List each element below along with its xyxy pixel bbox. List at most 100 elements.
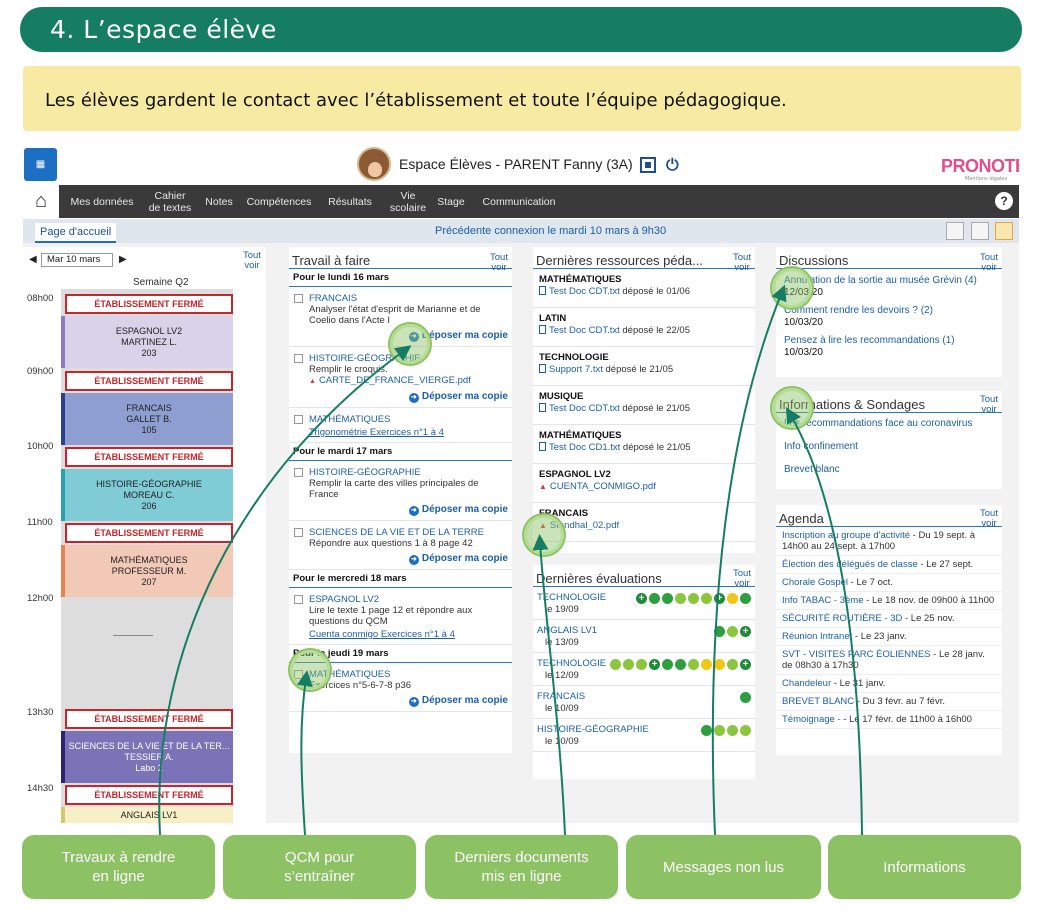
- task-checkbox[interactable]: [294, 528, 303, 537]
- evaluation-date: le 10/09: [545, 703, 579, 714]
- nav-item[interactable]: Cahier de textes: [140, 185, 200, 218]
- app-logo-icon[interactable]: ▦: [24, 148, 57, 181]
- text-file-icon: [539, 442, 546, 451]
- next-day-icon[interactable]: ▶: [119, 254, 127, 265]
- calendar-event[interactable]: ESPAGNOL LV2 MARTINEZ L. 203: [61, 316, 233, 368]
- agenda-date: - Le 31 janv.: [831, 678, 886, 689]
- task-subject[interactable]: HISTOIRE-GÉOGRAPHIE: [309, 467, 508, 478]
- information-item[interactable]: Brevet blanc: [776, 459, 1002, 482]
- task-checkbox[interactable]: [294, 595, 303, 604]
- task-checkbox[interactable]: [294, 468, 303, 477]
- evaluation-row[interactable]: HISTOIRE-GÉOGRAPHIE le 10/09: [533, 719, 755, 752]
- task-exercise-link[interactable]: Cuenta conmigo Exercices n°1 à 4: [309, 629, 508, 640]
- calendar-event[interactable]: ANGLAIS LV1: [61, 807, 233, 823]
- discussion-item[interactable]: Pensez à lire les recommandations (1) 10/…: [776, 332, 1002, 362]
- save-icon[interactable]: [946, 222, 964, 240]
- help-icon[interactable]: ?: [995, 192, 1013, 210]
- qr-code-icon[interactable]: [640, 157, 656, 173]
- agenda-item[interactable]: Inscription au groupe d'activité - Du 19…: [776, 527, 1002, 556]
- travail-tout-voir-link[interactable]: Tout voir: [488, 253, 510, 273]
- resource-file-link[interactable]: CUENTA_CONMIGO.pdf: [550, 481, 656, 492]
- ressources-tout-voir-link[interactable]: Tout voir: [731, 253, 753, 273]
- calendar-event[interactable]: MATHÉMATIQUES PROFESSEUR M. 207: [61, 545, 233, 597]
- agenda-item[interactable]: Témoignage - - Le 17 févr. de 11h00 à 16…: [776, 711, 1002, 729]
- mentions-legales-link[interactable]: Mentions légales: [965, 176, 1007, 182]
- task-exercise-link[interactable]: Trigonométrie Exercices n°1 à 4: [309, 427, 508, 438]
- task-subject[interactable]: MATHÉMATIQUES: [309, 669, 508, 680]
- closed-banner: ÉTABLISSEMENT FERMÉ: [65, 709, 233, 729]
- nav-item[interactable]: Résultats: [323, 185, 377, 218]
- resource-item: MATHÉMATIQUES Test Doc CDT.txt déposé le …: [533, 269, 755, 308]
- calendar-event[interactable]: FRANCAIS GALLET B. 105: [61, 393, 233, 445]
- task-checkbox[interactable]: [294, 354, 303, 363]
- competence-dot: [662, 593, 673, 604]
- task-subject[interactable]: ESPAGNOL LV2: [309, 594, 508, 605]
- agenda-link: Inscription au groupe d'activité: [782, 530, 911, 541]
- evaluation-subject: HISTOIRE-GÉOGRAPHIE: [537, 724, 649, 735]
- agenda-item[interactable]: SÉCURITÉ ROUTIÈRE - 3D - Le 25 nov.: [776, 610, 1002, 628]
- resource-file-link[interactable]: Test Doc CD1.txt: [549, 442, 620, 453]
- discussions-tout-voir-link[interactable]: Tout voir: [978, 253, 1000, 273]
- nav-item[interactable]: Vie scolaire: [389, 185, 427, 218]
- calendar-event[interactable]: HISTOIRE-GÉOGRAPHIE MOREAU C. 206: [61, 469, 233, 521]
- home-icon[interactable]: ⌂: [23, 185, 59, 218]
- depot-copie-button[interactable]: Déposer ma copie: [309, 504, 508, 516]
- evaluation-row[interactable]: TECHNOLOGIE le 12/09 + +: [533, 653, 755, 686]
- task-subject[interactable]: FRANCAIS: [309, 293, 508, 304]
- resource-subject: MATHÉMATIQUES: [539, 430, 622, 441]
- information-item[interactable]: Info confinement: [776, 436, 1002, 459]
- agenda-item[interactable]: BREVET BLANC - Du 3 févr. au 7 févr.: [776, 693, 1002, 711]
- agenda-item[interactable]: SVT - VISITES PARC ÉOLIENNES - Le 28 jan…: [776, 646, 1002, 675]
- discussion-item[interactable]: Comment rendre les devoirs ? (2) 10/03/20: [776, 302, 1002, 332]
- competence-dot: [688, 593, 699, 604]
- tab-page-accueil[interactable]: Page d'accueil: [35, 223, 117, 243]
- competence-dot: [727, 626, 738, 637]
- prev-day-icon[interactable]: ◀: [29, 254, 37, 265]
- date-input[interactable]: Mar 10 mars: [41, 253, 113, 267]
- resource-file-link[interactable]: Support 7.txt: [549, 364, 603, 375]
- agenda-item[interactable]: Élection des délégués de classe - Le 27 …: [776, 556, 1002, 574]
- app-header: ▦ Espace Élèves - PARENT Fanny (3A) ⏻ PR…: [23, 147, 1019, 184]
- task-subject[interactable]: MATHÉMATIQUES: [309, 414, 508, 425]
- nav-item[interactable]: Compétences: [243, 185, 315, 218]
- resource-date: déposé le 21/05: [619, 403, 691, 414]
- depot-copie-button[interactable]: Déposer ma copie: [309, 695, 508, 707]
- nav-item[interactable]: Notes: [201, 185, 237, 218]
- task-subject[interactable]: SCIENCES DE LA VIE ET DE LA TERRE: [309, 527, 508, 538]
- task-checkbox[interactable]: [294, 294, 303, 303]
- calendar-tout-voir-link[interactable]: Tout voir: [241, 251, 263, 271]
- nav-item[interactable]: Mes données: [67, 185, 137, 218]
- agenda-item[interactable]: Chorale Gospel - Le 7 oct.: [776, 574, 1002, 592]
- mail-icon[interactable]: [995, 222, 1013, 240]
- depot-copie-button[interactable]: Déposer ma copie: [309, 553, 508, 565]
- depot-copie-button[interactable]: Déposer ma copie: [309, 391, 508, 403]
- agenda-item[interactable]: Info TABAC - 3ème - Le 18 nov. de 09h00 …: [776, 592, 1002, 610]
- print-icon[interactable]: [971, 222, 989, 240]
- agenda-tout-voir-link[interactable]: Tout voir: [978, 509, 1000, 529]
- nav-item[interactable]: Stage: [433, 185, 469, 218]
- evaluations-tout-voir-link[interactable]: Tout voir: [731, 569, 753, 589]
- competence-dot: +: [636, 593, 647, 604]
- event-line: FRANCAIS: [126, 402, 172, 413]
- calendar-event[interactable]: SCIENCES DE LA VIE ET DE LA TER... TESSIE…: [61, 731, 233, 783]
- resource-file-link[interactable]: Test Doc CDT.txt: [549, 286, 620, 297]
- discussion-date: 10/03/20: [784, 347, 823, 358]
- avatar[interactable]: [357, 147, 391, 181]
- informations-tout-voir-link[interactable]: Tout voir: [978, 395, 1000, 415]
- competence-dot: [714, 725, 725, 736]
- pronote-logo[interactable]: PRONOTE: [941, 156, 1019, 177]
- logout-icon[interactable]: ⏻: [666, 155, 679, 175]
- evaluation-row[interactable]: TECHNOLOGIE le 19/09 + +: [533, 587, 755, 620]
- competence-dot: [701, 725, 712, 736]
- resource-subject: ESPAGNOL LV2: [539, 469, 611, 480]
- resource-file-link[interactable]: Test Doc CDT.txt: [549, 325, 620, 336]
- agenda-link: SÉCURITÉ ROUTIÈRE - 3D: [782, 613, 903, 624]
- evaluation-row[interactable]: ANGLAIS LV1 le 13/09 +: [533, 620, 755, 653]
- resource-file-link[interactable]: Test Doc CDT.txt: [549, 403, 620, 414]
- agenda-item[interactable]: Chandeleur - Le 31 janv.: [776, 675, 1002, 693]
- task-checkbox[interactable]: [294, 415, 303, 424]
- agenda-item[interactable]: Réunion Intranet - Le 23 janv.: [776, 628, 1002, 646]
- nav-item[interactable]: Communication: [476, 185, 562, 218]
- task-file-link[interactable]: CARTE_DE_FRANCE_VIERGE.pdf: [309, 375, 508, 387]
- evaluation-row[interactable]: FRANCAIS le 10/09: [533, 686, 755, 719]
